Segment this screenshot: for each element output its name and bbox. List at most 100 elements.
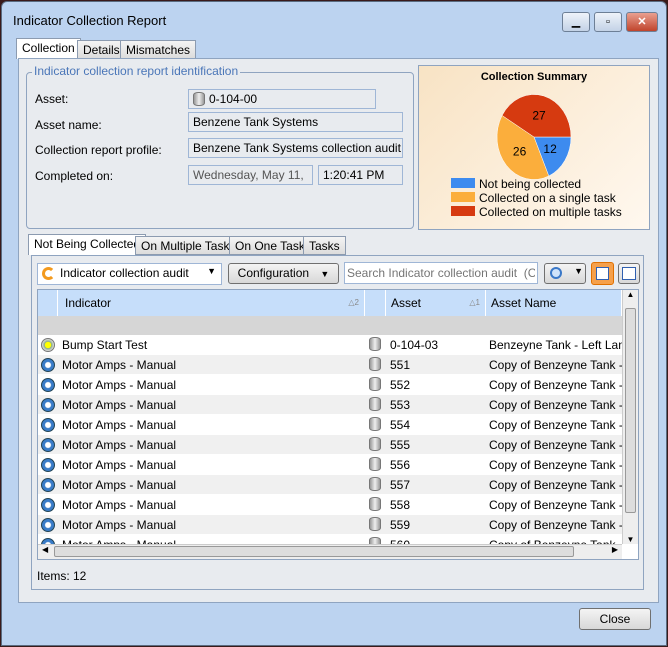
gauge-indicator-icon — [41, 338, 55, 352]
asset-name-field[interactable]: Benzene Tank Systems — [188, 112, 403, 132]
dialog-window: Indicator Collection Report ▁ ▫ ✕ Collec… — [1, 1, 667, 646]
horizontal-scroll-thumb[interactable] — [54, 546, 574, 557]
legend-swatch — [451, 192, 475, 202]
table-row[interactable]: Motor Amps - Manual 556 Copy of Benzeyne… — [38, 455, 622, 475]
detail-icon — [622, 267, 636, 280]
table-row[interactable]: Motor Amps - Manual 557 Copy of Benzeyne… — [38, 475, 622, 495]
close-window-button[interactable]: ✕ — [626, 12, 658, 32]
asset-name-cell: Copy of Benzeyne Tank - Left Lane — [489, 398, 622, 412]
asset-cell: 0-104-03 — [390, 338, 439, 352]
manual-indicator-icon — [41, 398, 55, 412]
table-row[interactable]: Bump Start Test 0-104-03 Benzeyne Tank -… — [38, 335, 622, 355]
asset-db-icon — [369, 517, 381, 531]
table-row[interactable]: Motor Amps - Manual 559 Copy of Benzeyne… — [38, 515, 622, 535]
pie-data-label: 27 — [532, 109, 546, 123]
asset-field[interactable]: 0-104-00 — [188, 89, 376, 109]
vertical-scroll-thumb[interactable] — [625, 308, 636, 513]
indicator-cell: Motor Amps - Manual — [62, 438, 177, 452]
configuration-button[interactable]: Configuration ▼ — [228, 263, 339, 284]
sort-asc-icon: △2 — [348, 298, 359, 307]
tab-details[interactable]: Details — [77, 40, 126, 59]
indicator-cell: Motor Amps - Manual — [62, 358, 177, 372]
asset-label: Asset: — [35, 92, 69, 106]
legend-entry: Collected on a single task — [451, 191, 622, 205]
indicator-cell: Motor Amps - Manual — [62, 458, 177, 472]
manual-indicator-icon — [41, 498, 55, 512]
subtab-not-being-collected[interactable]: Not Being Collected — [28, 234, 147, 255]
table-row[interactable]: Motor Amps - Manual 558 Copy of Benzeyne… — [38, 495, 622, 515]
table-row[interactable]: Motor Amps - Manual 555 Copy of Benzeyne… — [38, 435, 622, 455]
asset-cell: 558 — [390, 498, 411, 512]
filter-row[interactable] — [38, 316, 622, 335]
asset-name-cell: Copy of Benzeyne Tank - Left Lane — [489, 438, 622, 452]
asset-name-cell: Copy of Benzeyne Tank - Left Lane — [489, 378, 622, 392]
indicator-cell: Motor Amps - Manual — [62, 518, 177, 532]
subtab-on-one-task[interactable]: On One Task — [229, 236, 311, 255]
maximize-button[interactable]: ▫ — [594, 12, 622, 32]
indicator-cell: Motor Amps - Manual — [62, 398, 177, 412]
profile-label: Collection report profile: — [35, 143, 162, 157]
close-button[interactable]: Close — [579, 608, 651, 630]
minimize-button[interactable]: ▁ — [562, 12, 590, 32]
items-count: Items: 12 — [37, 569, 87, 583]
asset-cell: 554 — [390, 418, 411, 432]
table-row[interactable]: Motor Amps - Manual 551 Copy of Benzeyne… — [38, 355, 622, 375]
completed-label: Completed on: — [35, 169, 114, 183]
profile-field[interactable]: Benzene Tank Systems collection audit — [188, 138, 403, 158]
indicator-cell: Motor Amps - Manual — [62, 498, 177, 512]
asset-name-column-header[interactable]: Asset Name — [486, 290, 622, 316]
asset-cell: 557 — [390, 478, 411, 492]
pie-data-label: 26 — [513, 145, 527, 159]
table-row[interactable]: Motor Amps - Manual 554 Copy of Benzeyne… — [38, 415, 622, 435]
search-button[interactable]: ▼ — [544, 263, 586, 284]
asset-column-header[interactable]: Asset △1 — [386, 290, 486, 316]
horizontal-scrollbar[interactable]: ◀ ▶ — [38, 544, 622, 559]
tab-mismatches[interactable]: Mismatches — [120, 40, 197, 59]
collection-summary-chart: Collection Summary 12 26 27 Not being coll… — [418, 65, 650, 230]
subtab-on-multiple-tasks[interactable]: On Multiple Tasks — [135, 236, 242, 255]
asset-db-icon — [369, 337, 381, 351]
table-row[interactable]: Motor Amps - Manual 553 Copy of Benzeyne… — [38, 395, 622, 415]
indicator-cell: Motor Amps - Manual — [62, 478, 177, 492]
asset-db-icon — [193, 92, 205, 106]
configuration-label: Configuration — [237, 266, 310, 280]
legend-label: Collected on multiple tasks — [479, 205, 622, 219]
asset-name-header-label: Asset Name — [491, 296, 557, 310]
asset-db-icon — [369, 477, 381, 491]
audit-dropdown[interactable]: Indicator collection audit ▼ — [37, 263, 222, 285]
indicator-cell: Motor Amps - Manual — [62, 418, 177, 432]
asset-value: 0-104-00 — [209, 92, 258, 106]
asset-name-cell: Copy of Benzeyne Tank - Left Lane — [489, 518, 622, 532]
vertical-scrollbar[interactable]: ▲ ▼ — [622, 290, 638, 544]
date-picker[interactable]: Wednesday, May 11, — [188, 165, 313, 185]
audit-icon — [42, 267, 55, 280]
detail-view-button[interactable] — [618, 263, 640, 284]
asset-cell: 553 — [390, 398, 411, 412]
legend-swatch — [451, 178, 475, 188]
manual-indicator-icon — [41, 478, 55, 492]
manual-indicator-icon — [41, 358, 55, 372]
asset-db-icon — [369, 497, 381, 511]
icon-column-header — [365, 290, 386, 316]
asset-name-cell: Copy of Benzeyne Tank - Left Lane — [489, 418, 622, 432]
asset-cell: 552 — [390, 378, 411, 392]
asset-db-icon — [369, 357, 381, 371]
time-picker[interactable]: 1:20:41 PM — [318, 165, 403, 185]
chart-title: Collection Summary — [480, 71, 588, 83]
indicator-column-header[interactable]: Indicator △2 — [58, 290, 365, 316]
indicator-header-label: Indicator — [65, 296, 112, 310]
manual-indicator-icon — [41, 518, 55, 532]
search-input[interactable] — [344, 262, 538, 284]
manual-indicator-icon — [41, 458, 55, 472]
chevron-down-icon: ▼ — [207, 266, 216, 276]
legend-entry: Not being collected — [451, 177, 622, 191]
table-row[interactable]: Motor Amps - Manual 552 Copy of Benzeyne… — [38, 375, 622, 395]
list-icon — [596, 267, 609, 280]
subtab-tasks[interactable]: Tasks — [303, 236, 346, 255]
asset-name-cell: Copy of Benzeyne Tank - Left Lane — [489, 458, 622, 472]
asset-cell: 555 — [390, 438, 411, 452]
tab-collection[interactable]: Collection — [16, 38, 81, 59]
list-view-button[interactable] — [591, 262, 614, 285]
pie-chart: 12 26 27 — [496, 94, 572, 180]
indicator-cell: Motor Amps - Manual — [62, 378, 177, 392]
